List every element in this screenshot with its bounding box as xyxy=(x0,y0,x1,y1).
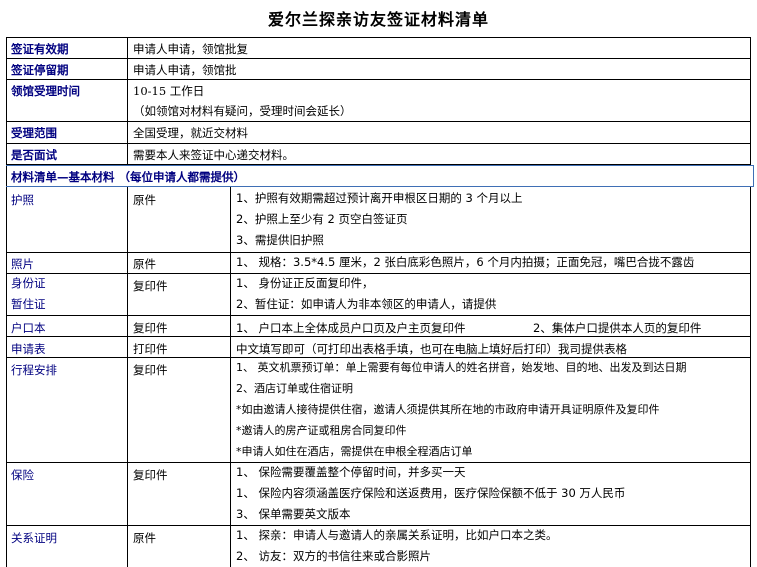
detail-line: 1、 保险内容须涵盖医疗保险和送返费用，医疗保险保额不低于 30 万人民币 xyxy=(236,486,626,500)
detail-line: 2、暂住证：如申请人为非本领区的申请人，请提供 xyxy=(236,297,497,311)
detail-line: 2、酒店订单或住宿证明 xyxy=(236,382,353,395)
passport-details: 1、护照有效期需超过预计离开申根区日期的 3 个月以上 2、护照上至少有 2 页… xyxy=(231,188,749,252)
detail-line: 1、 规格：3.5*4.5 厘米，2 张白底彩色照片，6 个月内拍摄；正面免冠，… xyxy=(236,255,695,269)
residence-permit-label: 暂住证 xyxy=(11,297,46,311)
insurance-type: 复印件 xyxy=(133,468,168,482)
processing-time-note: （如领馆对材料有疑问，受理时间会延长） xyxy=(133,104,352,118)
household-register-detail-2: 2、集体户口提供本人页的复印件 xyxy=(533,321,702,335)
validity-label: 签证有效期 xyxy=(11,42,69,56)
relationship-proof-type: 原件 xyxy=(133,531,156,545)
insurance-details: 1、 保险需要覆盖整个停留时间，并多买一天 1、 保险内容须涵盖医疗保险和送返费… xyxy=(231,462,749,525)
scope-label: 受理范围 xyxy=(11,126,57,140)
id-card-type: 复印件 xyxy=(133,279,168,293)
section-border-bottom xyxy=(6,186,754,187)
id-card-name: 身份证 暂住证 xyxy=(6,273,126,315)
itinerary-type: 复印件 xyxy=(133,363,168,377)
application-form-name: 申请表 xyxy=(11,342,46,356)
id-card-label: 身份证 xyxy=(11,276,46,290)
page-title: 爱尔兰探亲访友签证材料清单 xyxy=(267,10,489,29)
detail-line: 1、 英文机票预订单：单上需要有每位申请人的姓名拼音，始发地、目的地、出发及到达… xyxy=(236,361,687,374)
section-title: 材料清单—基本材料 （每位申请人都需提供） xyxy=(11,170,246,184)
relationship-proof-details: 1、 探亲：申请人与邀请人的亲属关系证明，比如户口本之类。 2、 访友：双方的书… xyxy=(231,525,749,567)
section-border-right xyxy=(753,165,754,187)
id-card-details: 1、 身份证正反面复印件， 2、暂住证：如申请人为非本领区的申请人，请提供 xyxy=(231,273,749,315)
processing-time-value: 10-15 工作日 xyxy=(133,84,205,98)
insurance-name: 保险 xyxy=(11,468,34,482)
processing-time-label: 领馆受理时间 xyxy=(11,84,80,98)
validity-value: 申请人申请，领馆批复 xyxy=(133,42,248,56)
photo-name: 照片 xyxy=(11,257,34,271)
materials-border-right xyxy=(750,187,751,567)
detail-line: 3、 保单需要英文版本 xyxy=(236,507,351,521)
photo-type: 原件 xyxy=(133,257,156,271)
household-register-name: 户口本 xyxy=(11,321,46,335)
table-border-right xyxy=(750,37,751,165)
relationship-proof-name: 关系证明 xyxy=(11,531,57,545)
detail-line: 1、 身份证正反面复印件， xyxy=(236,276,374,290)
interview-label: 是否面试 xyxy=(11,148,57,162)
scope-value: 全国受理，就近交材料 xyxy=(133,126,248,140)
household-register-detail-1: 1、 户口本上全体成员户口页及户主页复印件 xyxy=(236,321,466,335)
stay-period-value: 申请人申请，领馆批 xyxy=(133,63,237,77)
detail-line: *邀请人的房产证或租房合同复印件 xyxy=(236,424,407,437)
detail-line: 1、 保险需要覆盖整个停留时间，并多买一天 xyxy=(236,465,466,479)
itinerary-name: 行程安排 xyxy=(11,363,57,377)
interview-value: 需要本人来签证中心递交材料。 xyxy=(133,148,294,162)
photo-details: 1、 规格：3.5*4.5 厘米，2 张白底彩色照片，6 个月内拍摄；正面免冠，… xyxy=(231,252,749,273)
passport-name: 护照 xyxy=(11,193,34,207)
detail-line: 2、 访友：双方的书信往来或合影照片 xyxy=(236,549,431,563)
household-register-type: 复印件 xyxy=(133,321,168,335)
application-form-detail: 中文填写即可（可打印出表格手填，也可在电脑上填好后打印）我司提供表格 xyxy=(236,342,627,356)
application-form-type: 打印件 xyxy=(133,342,168,356)
detail-line: 1、 探亲：申请人与邀请人的亲属关系证明，比如户口本之类。 xyxy=(236,528,558,542)
stay-period-label: 签证停留期 xyxy=(11,63,69,77)
row-divider xyxy=(6,315,751,316)
detail-line: 3、需提供旧护照 xyxy=(236,233,324,247)
detail-line: 1、护照有效期需超过预计离开申根区日期的 3 个月以上 xyxy=(236,191,523,205)
detail-line: *申请人如住在酒店，需提供在申根全程酒店订单 xyxy=(236,445,473,458)
passport-type: 原件 xyxy=(133,193,156,207)
detail-line: 2、护照上至少有 2 页空白签证页 xyxy=(236,212,408,226)
itinerary-details: 1、 英文机票预订单：单上需要有每位申请人的姓名拼音，始发地、目的地、出发及到达… xyxy=(231,357,749,462)
detail-line: *如由邀请人接待提供住宿，邀请人须提供其所在地的市政府申请开具证明原件及复印件 xyxy=(236,403,660,416)
